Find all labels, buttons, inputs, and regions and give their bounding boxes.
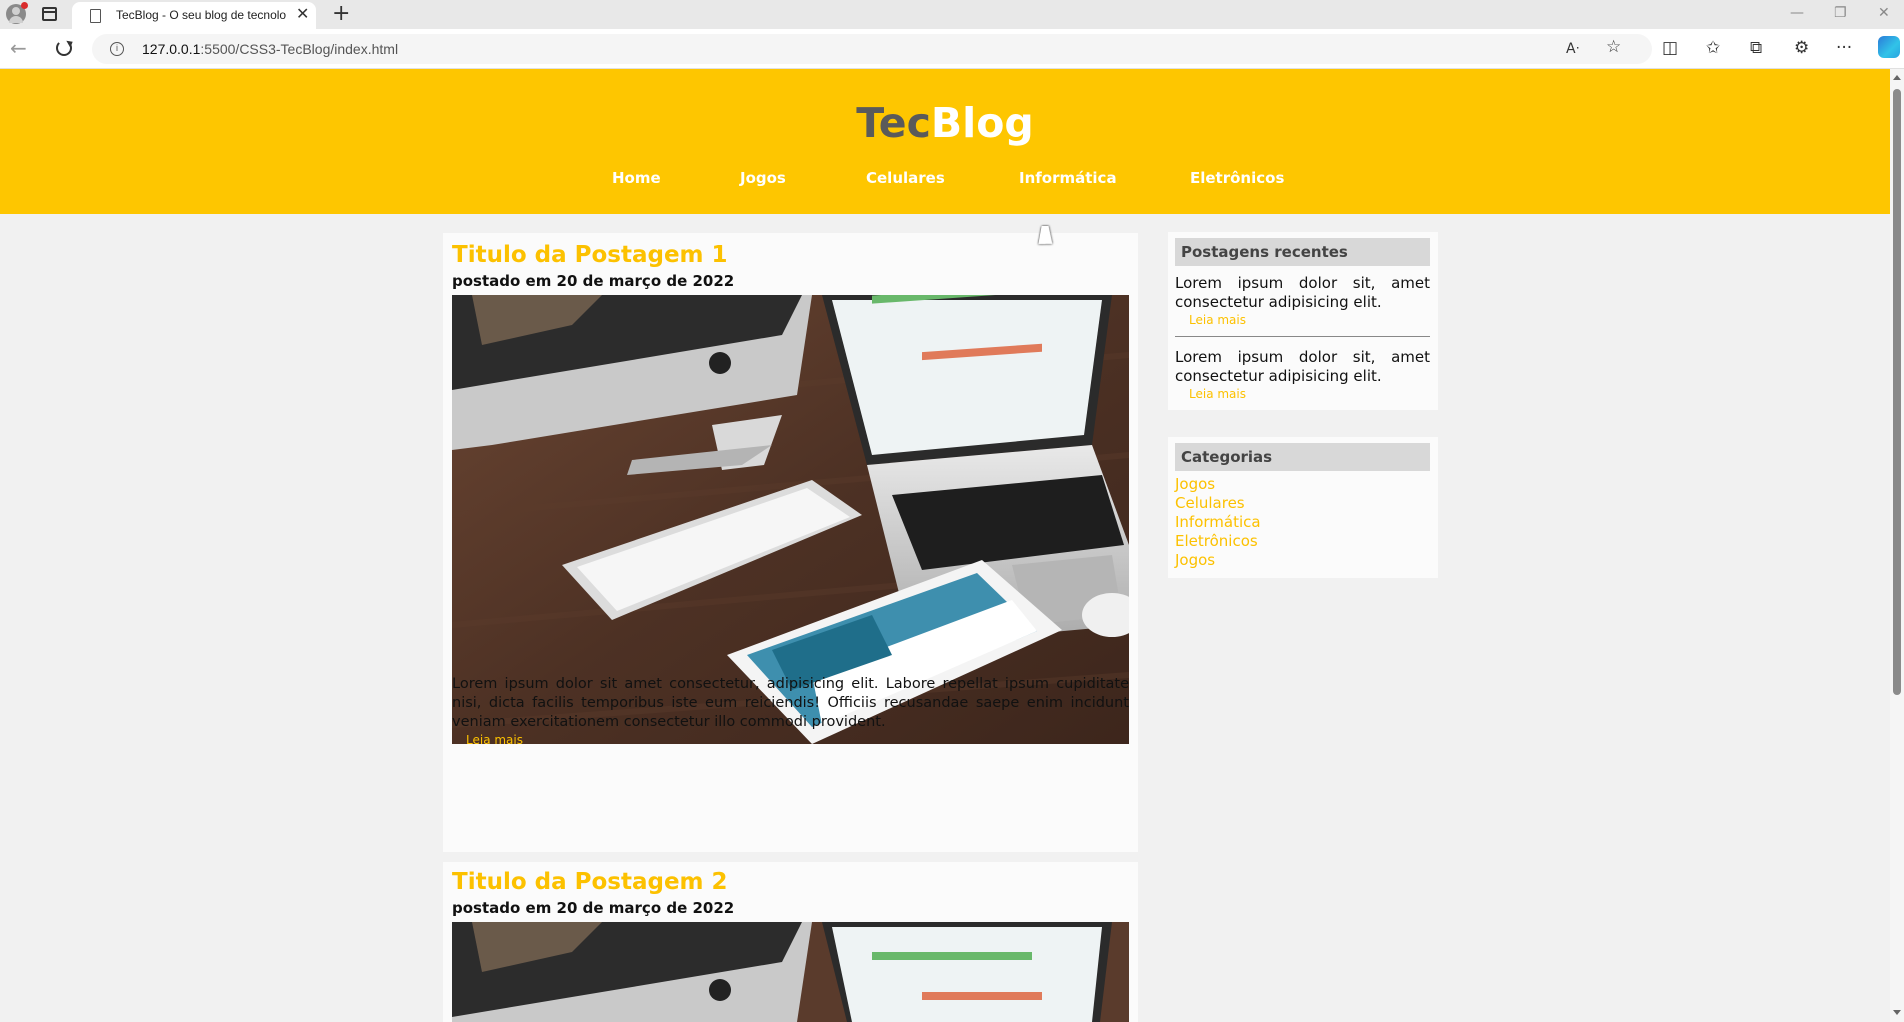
read-aloud-icon[interactable]: Aᐧ [1566, 38, 1579, 60]
scroll-up-icon[interactable] [1893, 75, 1901, 80]
collections-icon[interactable]: ⧉ [1750, 37, 1762, 59]
page-icon [90, 9, 101, 23]
back-icon[interactable]: ← [10, 36, 27, 60]
nav-link-eletronicos[interactable]: Eletrônicos [1190, 169, 1284, 187]
recent-post-link[interactable]: Leia mais [1189, 313, 1246, 327]
read-more-link[interactable]: Leia mais [466, 733, 523, 747]
scrollbar-thumb[interactable] [1893, 89, 1901, 695]
post-title[interactable]: Titulo da Postagem 2 [452, 869, 728, 895]
tab-close-icon[interactable]: ✕ [296, 5, 309, 23]
more-menu-icon[interactable]: ··· [1836, 37, 1852, 59]
site-logo[interactable]: TecBlog [0, 99, 1890, 147]
page-viewport: TecBlog Home Jogos Celulares Informática… [0, 69, 1890, 1022]
post-image [452, 922, 1129, 1022]
window-close-icon[interactable]: ✕ [1878, 6, 1890, 20]
category-link-jogos[interactable]: Jogos [1175, 475, 1215, 494]
recent-post-text: Lorem ipsum dolor sit, amet consectetur … [1175, 274, 1430, 311]
devices-photo [452, 922, 1129, 1022]
page-scrollbar[interactable] [1890, 69, 1904, 1022]
restore-icon[interactable]: ❐ [1834, 6, 1847, 20]
extensions-icon[interactable]: ⚙ [1794, 37, 1809, 59]
logo-part-tec: Tec [856, 99, 931, 147]
category-link-jogos-2[interactable]: Jogos [1175, 551, 1215, 570]
url-path: :5500/CSS3-TecBlog/index.html [200, 41, 399, 57]
post-title[interactable]: Titulo da Postagem 1 [452, 242, 728, 268]
minimize-icon[interactable]: — [1790, 6, 1804, 20]
site-header: TecBlog Home Jogos Celulares Informática… [0, 69, 1890, 214]
browser-tab[interactable]: TecBlog - O seu blog de tecnolog ✕ [72, 2, 316, 29]
browser-tabstrip: TecBlog - O seu blog de tecnolog ✕ + — ❐… [0, 0, 1904, 29]
post-excerpt: Lorem ipsum dolor sit amet consectetur, … [452, 676, 1129, 730]
url-text[interactable]: 127.0.0.1:5500/CSS3-TecBlog/index.html [142, 41, 398, 57]
recent-posts-widget: Postagens recentes Lorem ipsum dolor sit… [1168, 232, 1438, 410]
nav-link-celulares[interactable]: Celulares [866, 169, 945, 187]
url-host: 127.0.0.1 [142, 41, 201, 57]
nav-link-home[interactable]: Home [612, 169, 661, 187]
tab-title: TecBlog - O seu blog de tecnolog [116, 8, 286, 22]
profile-avatar-icon[interactable] [6, 2, 28, 24]
divider [1175, 336, 1430, 337]
widget-title: Categorias [1175, 443, 1430, 471]
post-date: postado em 20 de março de 2022 [452, 272, 735, 290]
category-link-celulares[interactable]: Celulares [1175, 494, 1245, 513]
browser-toolbar: ← i 127.0.0.1:5500/CSS3-TecBlog/index.ht… [0, 29, 1904, 69]
nav-link-informatica[interactable]: Informática [1019, 169, 1117, 187]
favorite-star-icon[interactable]: ☆ [1606, 36, 1621, 58]
reload-icon[interactable] [56, 40, 72, 56]
post-card: Titulo da Postagem 1 postado em 20 de ma… [443, 233, 1138, 852]
categories-widget: Categorias Jogos Celulares Informática E… [1168, 437, 1438, 578]
new-tab-button[interactable]: + [332, 2, 350, 26]
category-link-informatica[interactable]: Informática [1175, 513, 1261, 532]
category-link-eletronicos[interactable]: Eletrônicos [1175, 532, 1258, 551]
notification-dot [21, 2, 28, 9]
address-bar[interactable]: i 127.0.0.1:5500/CSS3-TecBlog/index.html… [92, 34, 1652, 64]
recent-post-text: Lorem ipsum dolor sit, amet consectetur … [1175, 348, 1430, 385]
post-date: postado em 20 de março de 2022 [452, 899, 735, 917]
copilot-icon[interactable] [1878, 36, 1900, 58]
split-screen-icon[interactable]: ◫ [1662, 37, 1678, 59]
post-card: Titulo da Postagem 2 postado em 20 de ma… [443, 862, 1138, 1022]
favorites-icon[interactable]: ✩ [1706, 37, 1720, 59]
recent-post-link[interactable]: Leia mais [1189, 387, 1246, 401]
widget-title: Postagens recentes [1175, 238, 1430, 266]
scroll-down-icon[interactable] [1893, 1010, 1901, 1015]
nav-link-jogos[interactable]: Jogos [740, 169, 786, 187]
logo-part-blog: Blog [930, 99, 1034, 147]
tab-actions-icon[interactable] [42, 7, 57, 21]
site-info-icon[interactable]: i [110, 42, 124, 56]
